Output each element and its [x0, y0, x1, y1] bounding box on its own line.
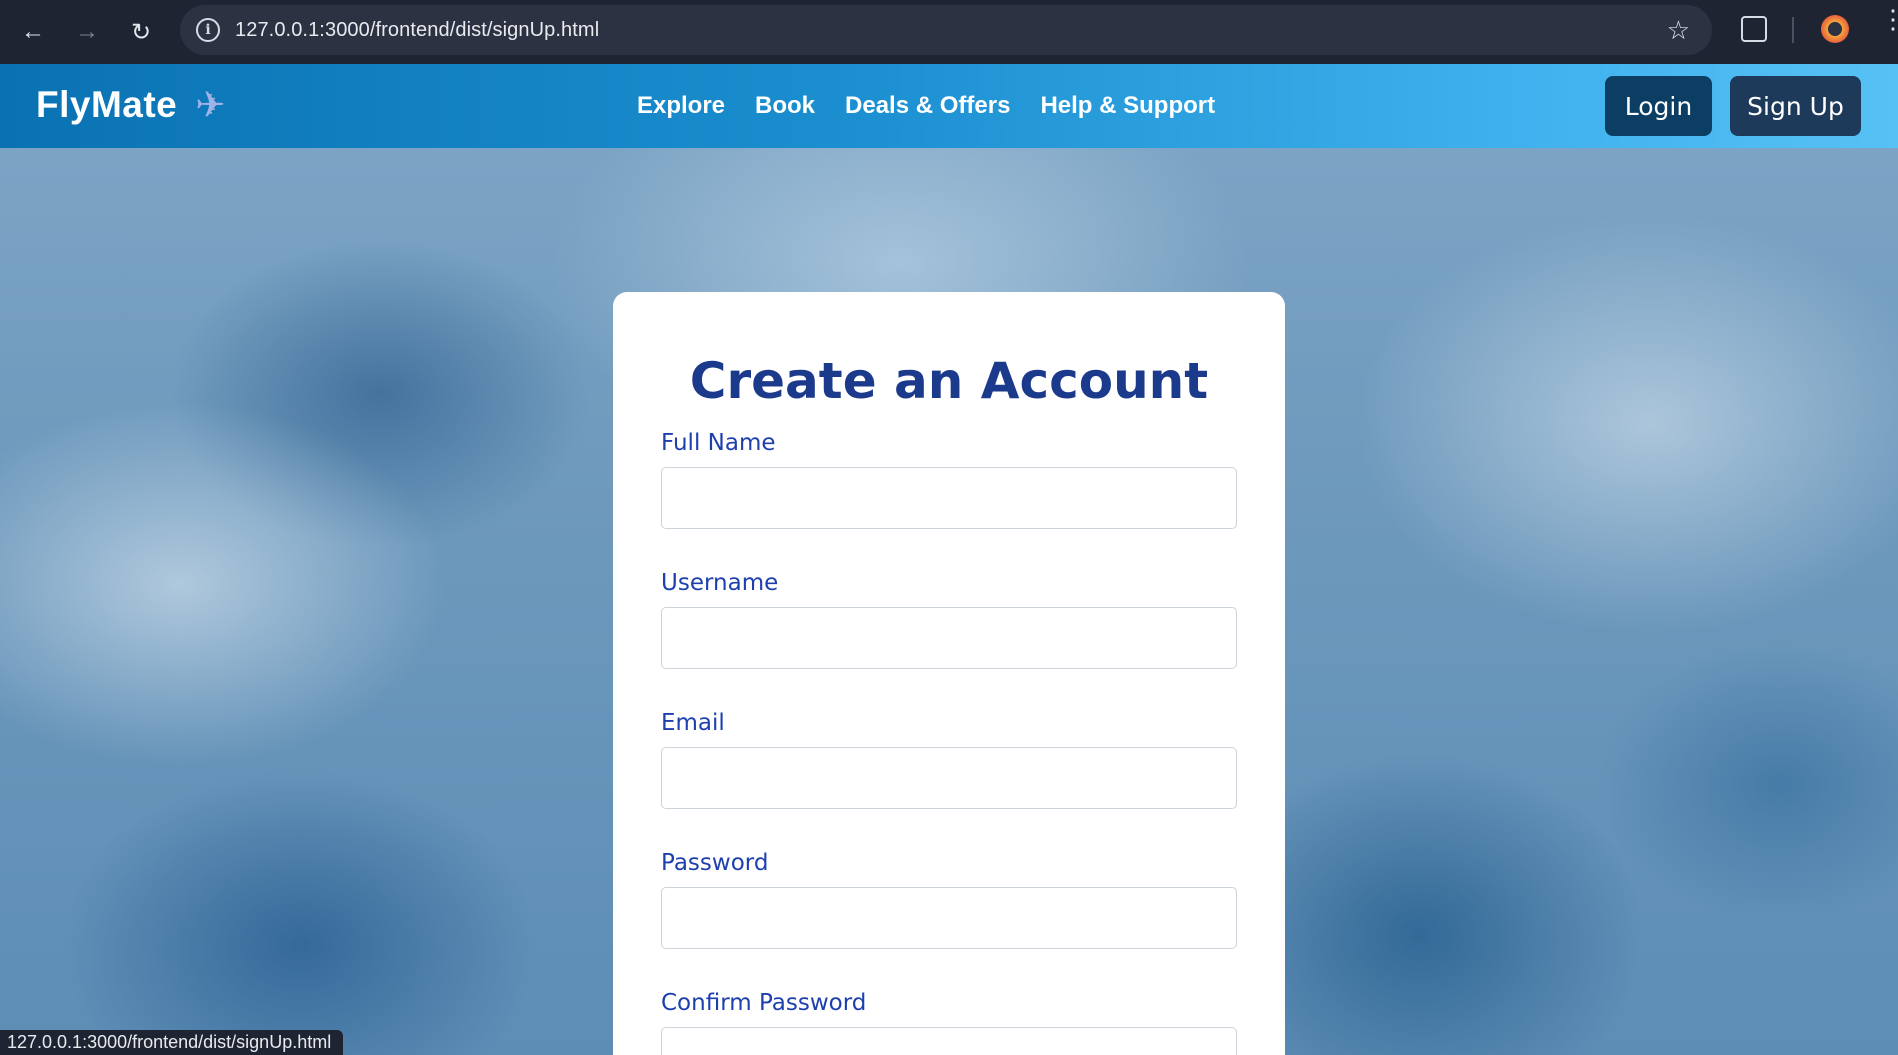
- status-bar-url: 127.0.0.1:3000/frontend/dist/signUp.html: [0, 1030, 344, 1055]
- page-title: Create an Account: [689, 352, 1209, 410]
- back-arrow-icon[interactable]: ←: [13, 12, 53, 52]
- toolbar-divider: [1792, 17, 1794, 43]
- page-viewport: FlyMate ✈ Explore Book Deals & Offers He…: [0, 64, 1898, 1055]
- forward-arrow-icon[interactable]: →: [67, 12, 107, 52]
- username-label: Username: [661, 570, 779, 596]
- nav-help-support[interactable]: Help & Support: [1040, 92, 1215, 120]
- email-input[interactable]: [661, 747, 1237, 809]
- browser-toolbar: ← → ↻ i 127.0.0.1:3000/frontend/dist/sig…: [0, 0, 1898, 64]
- username-input[interactable]: [661, 607, 1237, 669]
- brand-logo[interactable]: FlyMate ✈: [36, 84, 225, 126]
- nav-explore[interactable]: Explore: [637, 92, 725, 120]
- browser-menu-icon[interactable]: ⋮: [1880, 6, 1898, 32]
- airplane-icon: ✈: [195, 84, 226, 125]
- login-button[interactable]: Login: [1605, 76, 1712, 136]
- email-label: Email: [661, 710, 725, 736]
- password-input[interactable]: [661, 887, 1237, 949]
- extensions-icon[interactable]: [1741, 16, 1767, 42]
- nav-book[interactable]: Book: [755, 92, 815, 120]
- signup-button[interactable]: Sign Up: [1730, 76, 1861, 136]
- main-nav: Explore Book Deals & Offers Help & Suppo…: [637, 92, 1215, 120]
- brand-name[interactable]: FlyMate: [36, 84, 177, 126]
- confirm-password-input[interactable]: [661, 1027, 1237, 1055]
- reload-icon[interactable]: ↻: [121, 12, 161, 52]
- site-info-icon[interactable]: i: [196, 18, 220, 42]
- bookmark-star-icon[interactable]: ☆: [1667, 15, 1690, 46]
- profile-avatar-icon[interactable]: [1821, 15, 1849, 43]
- address-url[interactable]: 127.0.0.1:3000/frontend/dist/signUp.html: [235, 19, 599, 42]
- site-header: FlyMate ✈ Explore Book Deals & Offers He…: [0, 64, 1898, 148]
- password-label: Password: [661, 850, 769, 876]
- address-bar[interactable]: i 127.0.0.1:3000/frontend/dist/signUp.ht…: [180, 5, 1712, 55]
- full-name-input[interactable]: [661, 467, 1237, 529]
- full-name-label: Full Name: [661, 430, 776, 456]
- confirm-password-label: Confirm Password: [661, 990, 867, 1016]
- nav-deals-offers[interactable]: Deals & Offers: [845, 92, 1010, 120]
- signup-card: Create an Account Full Name Username Ema…: [613, 292, 1285, 1055]
